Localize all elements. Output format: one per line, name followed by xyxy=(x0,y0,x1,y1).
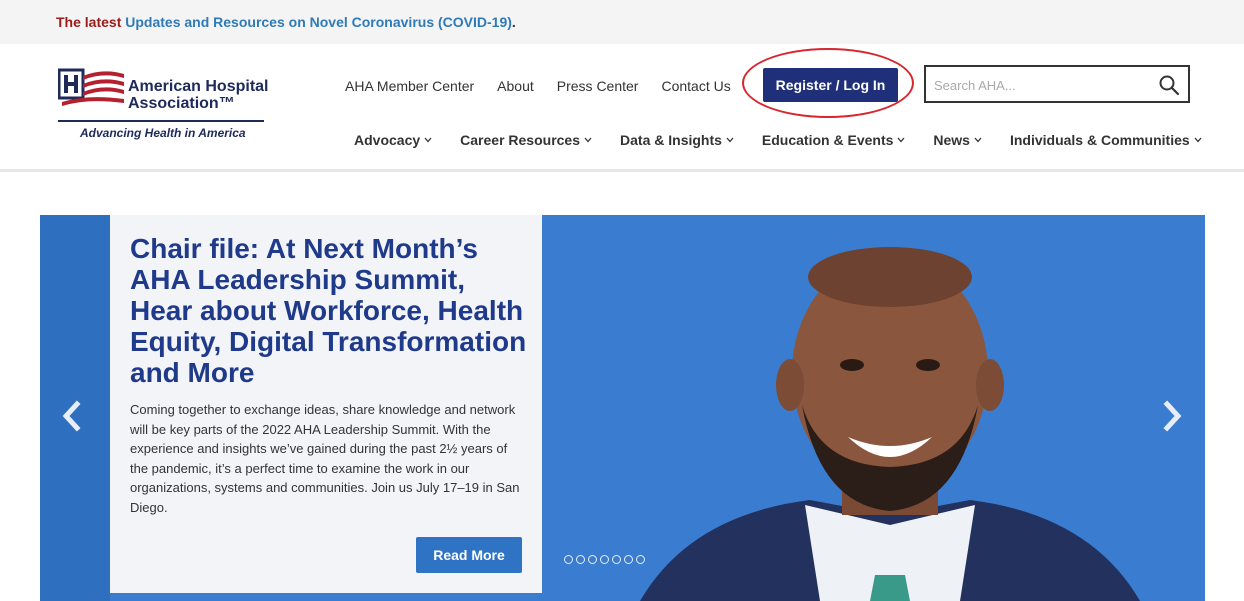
logo-divider xyxy=(58,120,264,122)
covid-updates-link[interactable]: Updates and Resources on Novel Coronavir… xyxy=(125,14,512,30)
chevron-down-icon xyxy=(726,137,734,143)
aha-logo[interactable]: American Hospital Association™ Advancing… xyxy=(58,66,278,146)
carousel-dot[interactable] xyxy=(600,555,609,564)
chevron-down-icon xyxy=(974,137,982,143)
chevron-down-icon xyxy=(584,137,592,143)
util-nav-press-center[interactable]: Press Center xyxy=(557,78,639,94)
chevron-down-icon xyxy=(897,137,905,143)
carousel-dot[interactable] xyxy=(564,555,573,564)
hero-title[interactable]: Chair file: At Next Month’s AHA Leadersh… xyxy=(130,233,530,388)
search-input[interactable] xyxy=(934,74,1144,96)
util-nav-about[interactable]: About xyxy=(497,78,534,94)
util-nav-contact-us[interactable]: Contact Us xyxy=(661,78,730,94)
nav-education-events[interactable]: Education & Events xyxy=(762,132,905,148)
carousel-prev-arrow-icon[interactable] xyxy=(60,400,84,432)
carousel-dot[interactable] xyxy=(636,555,645,564)
chevron-down-icon xyxy=(1194,137,1202,143)
alert-trailing: . xyxy=(511,14,516,30)
hero-text-panel: Chair file: At Next Month’s AHA Leadersh… xyxy=(110,215,542,593)
alert-bar: The latest Updates and Resources on Nove… xyxy=(0,0,1244,44)
nav-data-insights[interactable]: Data & Insights xyxy=(620,132,734,148)
carousel-dot[interactable] xyxy=(576,555,585,564)
aha-logo-mark-icon xyxy=(58,68,124,106)
chevron-down-icon xyxy=(424,137,432,143)
hero-portrait-image xyxy=(580,215,1205,601)
logo-name: American Hospital Association™ xyxy=(128,78,269,112)
util-nav-member-center[interactable]: AHA Member Center xyxy=(345,78,474,94)
read-more-button[interactable]: Read More xyxy=(416,537,522,573)
alert-lead: The latest xyxy=(56,14,122,30)
hero-carousel: Chair file: At Next Month’s AHA Leadersh… xyxy=(40,215,1205,601)
carousel-dot[interactable] xyxy=(588,555,597,564)
carousel-next-arrow-icon[interactable] xyxy=(1160,400,1184,432)
nav-advocacy[interactable]: Advocacy xyxy=(354,132,432,148)
nav-news[interactable]: News xyxy=(933,132,982,148)
carousel-dot[interactable] xyxy=(612,555,621,564)
main-nav: Advocacy Career Resources Data & Insight… xyxy=(354,132,1230,148)
carousel-dot[interactable] xyxy=(624,555,633,564)
hero-body: Coming together to exchange ideas, share… xyxy=(130,402,520,515)
utility-nav: AHA Member Center About Press Center Con… xyxy=(345,78,754,94)
nav-individuals-communities[interactable]: Individuals & Communities xyxy=(1010,132,1202,148)
nav-career-resources[interactable]: Career Resources xyxy=(460,132,592,148)
site-header: American Hospital Association™ Advancing… xyxy=(0,44,1244,172)
carousel-dots xyxy=(564,555,645,564)
register-login-button[interactable]: Register / Log In xyxy=(763,68,898,102)
search-icon[interactable] xyxy=(1158,74,1180,96)
alert-text: The latest Updates and Resources on Nove… xyxy=(56,14,516,30)
logo-tagline: Advancing Health in America xyxy=(80,126,246,140)
search-box xyxy=(924,65,1190,103)
